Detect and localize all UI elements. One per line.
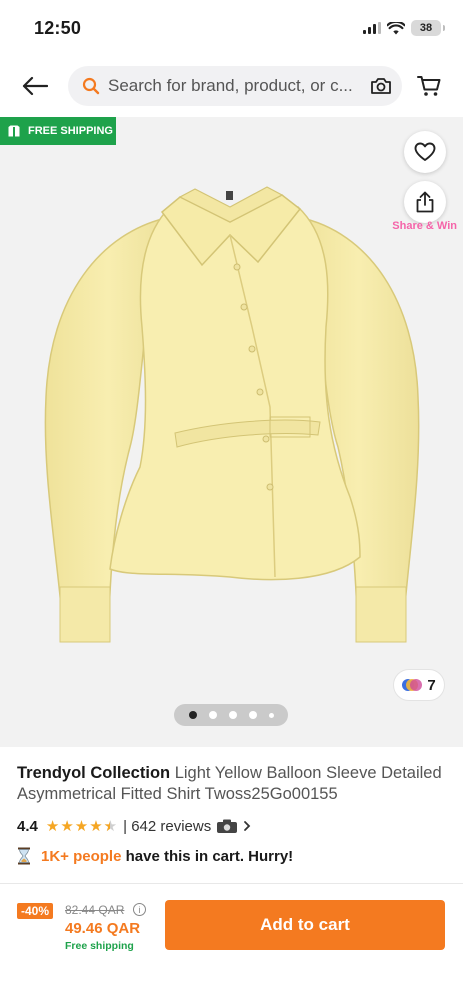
- heart-icon: [414, 142, 436, 161]
- cart-button[interactable]: [414, 71, 444, 101]
- color-swatch-icon: [402, 679, 423, 691]
- original-price: 82.44 QAR: [65, 903, 125, 917]
- info-icon[interactable]: i: [133, 903, 146, 916]
- page-dot[interactable]: [248, 711, 257, 719]
- package-icon: [8, 125, 20, 137]
- product-info: Trendyol Collection Light Yellow Balloon…: [17, 763, 447, 865]
- camera-review-icon: [217, 819, 238, 833]
- camera-icon[interactable]: [370, 76, 392, 96]
- search-placeholder: Search for brand, product, or c...: [108, 76, 353, 95]
- review-count[interactable]: | 642 reviews: [123, 818, 211, 835]
- wifi-icon: [387, 21, 405, 34]
- color-count: 7: [427, 676, 436, 694]
- star-icon: ★: [89, 818, 103, 835]
- product-gallery[interactable]: FREE SHIPPING Share & Win 7: [0, 117, 463, 747]
- page-dot[interactable]: [228, 711, 237, 719]
- rating-value: 4.4: [17, 817, 38, 835]
- back-button[interactable]: [20, 71, 50, 101]
- top-bar: Search for brand, product, or c...: [0, 64, 463, 108]
- signal-icon: [363, 22, 381, 34]
- add-to-cart-button[interactable]: Add to cart: [165, 900, 445, 950]
- free-shipping-label: FREE SHIPPING: [28, 125, 113, 137]
- status-icons: 38: [363, 20, 445, 36]
- arrow-left-icon: [22, 76, 48, 96]
- color-variants-button[interactable]: 7: [393, 669, 445, 701]
- brand-name[interactable]: Trendyol Collection: [17, 764, 170, 782]
- purchase-bar: -40% 82.44 QAR i 49.46 QAR Free shipping…: [0, 884, 463, 1000]
- product-image: [44, 186, 420, 643]
- discount-badge: -40%: [17, 903, 54, 919]
- cart-message: have this in cart. Hurry!: [125, 847, 294, 865]
- star-icon: ★: [60, 818, 74, 835]
- search-input[interactable]: Search for brand, product, or c...: [68, 66, 402, 106]
- page-dot[interactable]: [268, 712, 274, 718]
- page-dot[interactable]: [188, 711, 197, 719]
- free-shipping-note: Free shipping: [65, 940, 134, 952]
- star-rating: ★ ★ ★ ★ ★: [46, 817, 117, 835]
- free-shipping-tag: FREE SHIPPING: [0, 117, 116, 145]
- rating-row[interactable]: 4.4 ★ ★ ★ ★ ★ | 642 reviews: [17, 817, 447, 835]
- wishlist-button[interactable]: [404, 131, 446, 173]
- chevron-right-icon: [244, 821, 251, 831]
- cart-people-count: 1K+ people: [41, 847, 122, 865]
- star-icon: ★: [74, 818, 89, 835]
- star-icon: ★: [45, 818, 60, 835]
- half-star-icon: ★: [104, 817, 117, 835]
- page-dot[interactable]: [208, 711, 217, 719]
- sale-price: 49.46 QAR: [65, 920, 141, 937]
- battery-indicator: 38: [411, 20, 445, 36]
- image-pagination[interactable]: [174, 704, 288, 726]
- status-time: 12:50: [34, 17, 82, 38]
- cart-icon: [417, 76, 441, 96]
- hourglass-icon: [18, 847, 30, 865]
- search-icon: [82, 77, 100, 95]
- product-title: Trendyol Collection Light Yellow Balloon…: [17, 763, 447, 805]
- status-bar: 12:50 38: [0, 0, 463, 56]
- cart-urgency-note: 1K+ people have this in cart. Hurry!: [17, 847, 447, 865]
